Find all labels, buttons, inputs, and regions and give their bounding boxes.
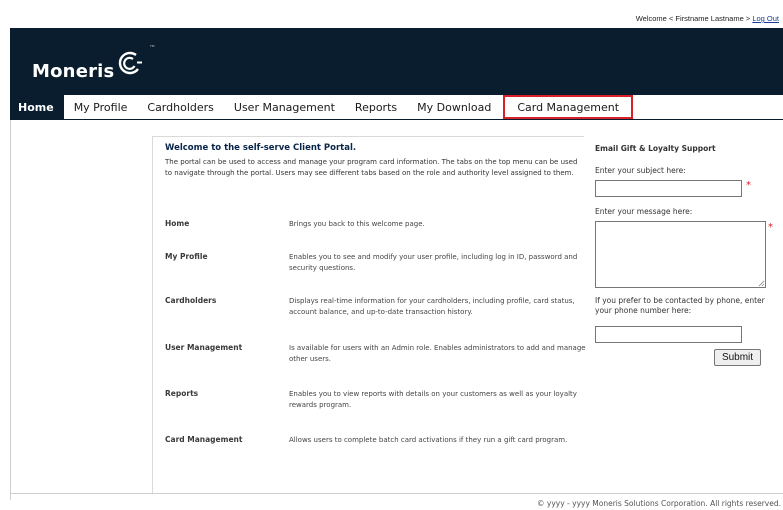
trademark-mark: TM: [150, 44, 155, 48]
info-desc: Enables you to view reports with details…: [289, 390, 577, 409]
subject-required-mark: *: [746, 180, 751, 191]
welcome-title: Welcome to the self-serve Client Portal.: [165, 143, 357, 153]
tab-user-management[interactable]: User Management: [224, 95, 345, 119]
moneris-logo-mark-icon: [119, 51, 143, 75]
info-term: My Profile: [165, 252, 208, 261]
support-form: Email Gift & Loyalty Support Enter your …: [595, 144, 783, 366]
info-desc: Enables you to see and modify your user …: [289, 253, 578, 272]
info-desc: Is available for users with an Admin rol…: [289, 344, 586, 363]
welcome-user-text: Welcome < Firstname Lastname >: [635, 14, 751, 23]
info-term: User Management: [165, 343, 243, 352]
tab-home[interactable]: Home: [10, 95, 64, 119]
header-banner: Moneris TM: [10, 28, 783, 95]
welcome-panel: Welcome to the self-serve Client Portal.…: [152, 136, 586, 493]
moneris-logo: Moneris: [32, 51, 144, 82]
main-nav: Home My Profile Cardholders User Managem…: [10, 95, 783, 120]
resize-grip-icon[interactable]: [758, 280, 765, 287]
submit-button[interactable]: Submit: [714, 349, 761, 366]
support-title: Email Gift & Loyalty Support: [595, 144, 716, 153]
page-left-border: [10, 120, 11, 500]
welcome-intro: The portal can be used to access and man…: [165, 158, 578, 177]
info-term: Home: [165, 219, 190, 228]
tab-card-management[interactable]: Card Management: [503, 95, 634, 119]
message-required-mark: *: [768, 222, 773, 233]
phone-input[interactable]: [595, 326, 742, 343]
tab-my-profile[interactable]: My Profile: [64, 95, 138, 119]
info-term: Reports: [165, 389, 199, 398]
subject-input[interactable]: [595, 180, 742, 197]
info-desc: Brings you back to this welcome page.: [289, 220, 425, 228]
subject-label: Enter your subject here:: [595, 166, 686, 175]
message-textarea[interactable]: [595, 221, 766, 288]
welcome-line: Welcome < Firstname Lastname > Log Out: [636, 14, 779, 23]
brand-name: Moneris: [32, 61, 115, 82]
page-bottom-border: [10, 493, 783, 494]
footer-copyright: © yyyy - yyyy Moneris Solutions Corporat…: [537, 499, 781, 508]
phone-label: If you prefer to be contacted by phone, …: [595, 296, 765, 315]
top-bar: Welcome < Firstname Lastname > Log Out: [0, 0, 783, 28]
info-desc: Displays real-time information for your …: [289, 297, 575, 316]
tab-cardholders[interactable]: Cardholders: [137, 95, 224, 119]
tab-reports[interactable]: Reports: [345, 95, 407, 119]
info-term: Cardholders: [165, 296, 217, 305]
info-term: Card Management: [165, 435, 243, 444]
logout-link[interactable]: Log Out: [752, 14, 779, 23]
message-label: Enter your message here:: [595, 207, 693, 216]
info-desc: Allows users to complete batch card acti…: [289, 436, 568, 444]
tab-my-download[interactable]: My Download: [407, 95, 501, 119]
